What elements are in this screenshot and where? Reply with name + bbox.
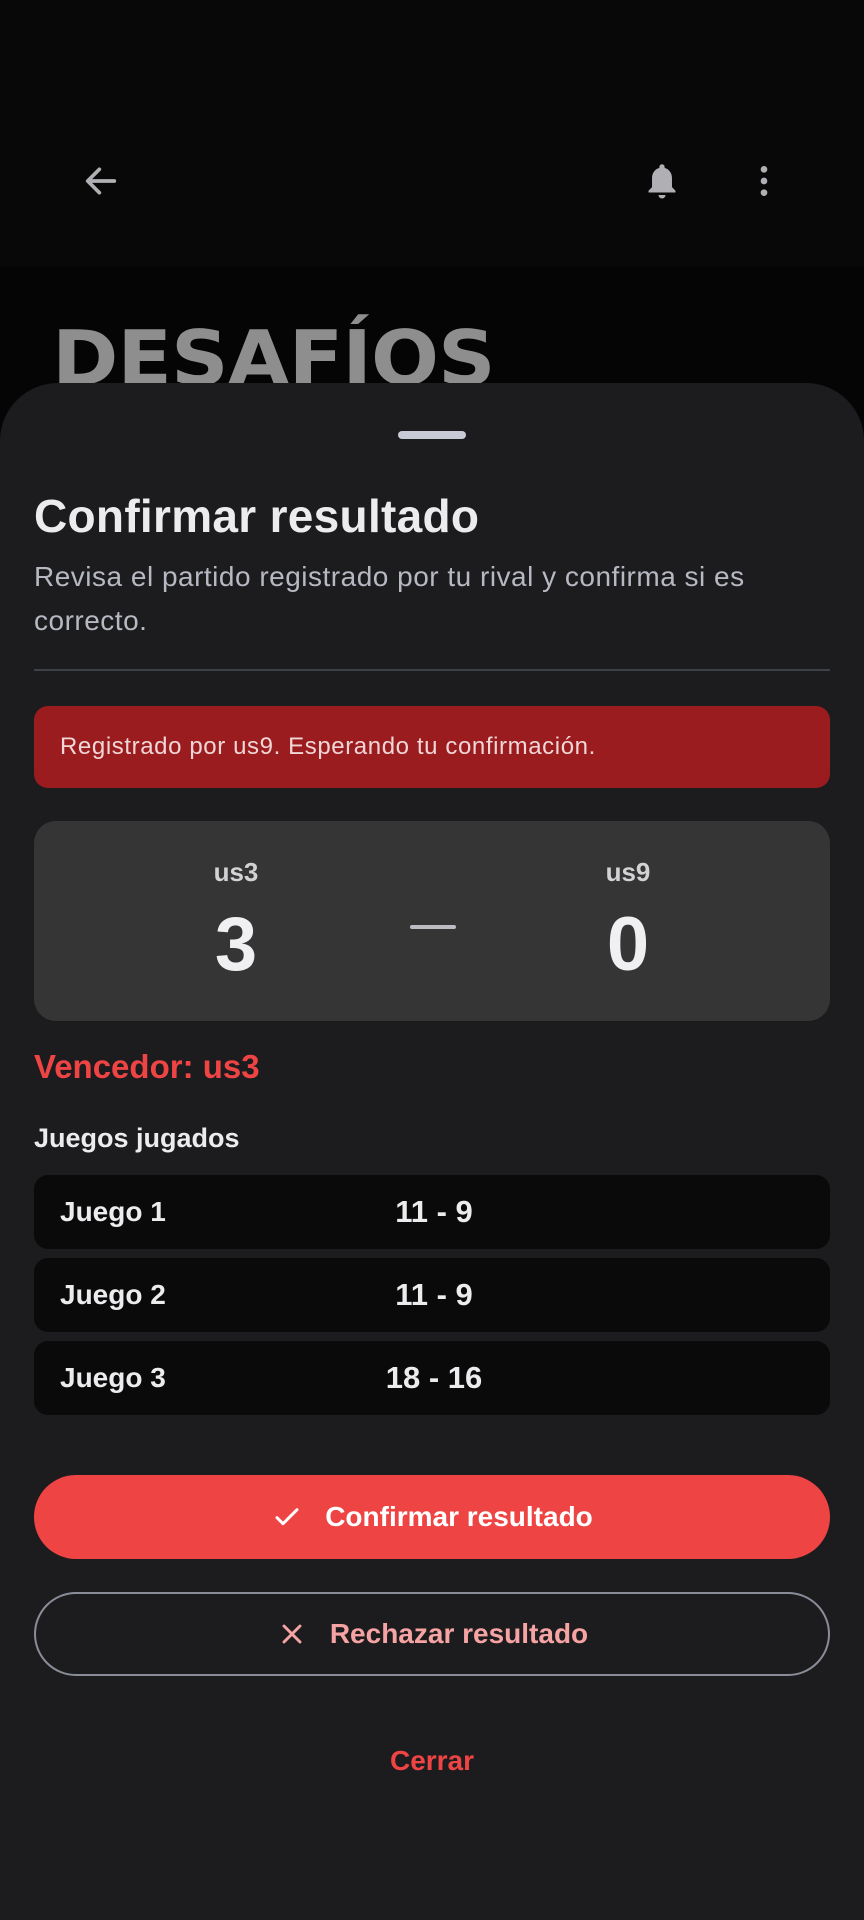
games-section-label: Juegos jugados [34, 1123, 240, 1153]
game-row: Juego 3 18 - 16 [34, 1341, 830, 1415]
game-name: Juego 1 [60, 1196, 166, 1227]
bell-icon [648, 164, 676, 199]
screen: DESAFÍOS Confirmar resultado Revisa el p… [0, 0, 864, 1920]
sheet-title: Confirmar resultado [34, 490, 480, 542]
back-button[interactable] [65, 145, 137, 217]
reject-result-label: Rechazar resultado [329, 1618, 589, 1649]
game-score: 11 - 9 [395, 1277, 473, 1312]
arrow-left-icon [85, 167, 117, 195]
notifications-button[interactable] [626, 145, 698, 217]
player2-name: us9 [605, 857, 651, 887]
game-score: 11 - 9 [395, 1194, 473, 1229]
player2-score: 0 [606, 902, 650, 987]
bottom-sheet: Confirmar resultado Revisa el partido re… [0, 383, 864, 1920]
game-name: Juego 2 [60, 1279, 166, 1310]
close-icon [276, 1618, 308, 1650]
game-name: Juego 3 [60, 1362, 166, 1393]
game-row: Juego 2 11 - 9 [34, 1258, 830, 1332]
game-score: 18 - 16 [385, 1360, 483, 1395]
close-button[interactable]: Cerrar [332, 1731, 532, 1791]
confirm-result-button[interactable]: Confirmar resultado [34, 1475, 830, 1559]
sheet-description: Revisa el partido registrado por tu riva… [34, 561, 745, 636]
status-alert-text: Registrado por us9. Esperando tu confirm… [60, 733, 596, 760]
reject-result-button[interactable]: Rechazar resultado [34, 1592, 830, 1676]
score-card: us3 3 us9 0 [34, 821, 830, 1021]
more-vertical-icon [760, 166, 768, 196]
status-alert: Registrado por us9. Esperando tu confirm… [34, 706, 830, 788]
app-bar [0, 0, 864, 266]
confirm-result-label: Confirmar resultado [325, 1501, 593, 1532]
more-options-button[interactable] [728, 145, 800, 217]
check-icon [271, 1501, 303, 1533]
score-separator [410, 925, 456, 929]
winner-label: Vencedor: us3 [34, 1048, 260, 1085]
game-row: Juego 1 11 - 9 [34, 1175, 830, 1249]
player1-name: us3 [213, 857, 259, 887]
divider [34, 669, 830, 671]
player1-score: 3 [214, 902, 258, 987]
sheet-drag-handle[interactable] [398, 431, 466, 439]
